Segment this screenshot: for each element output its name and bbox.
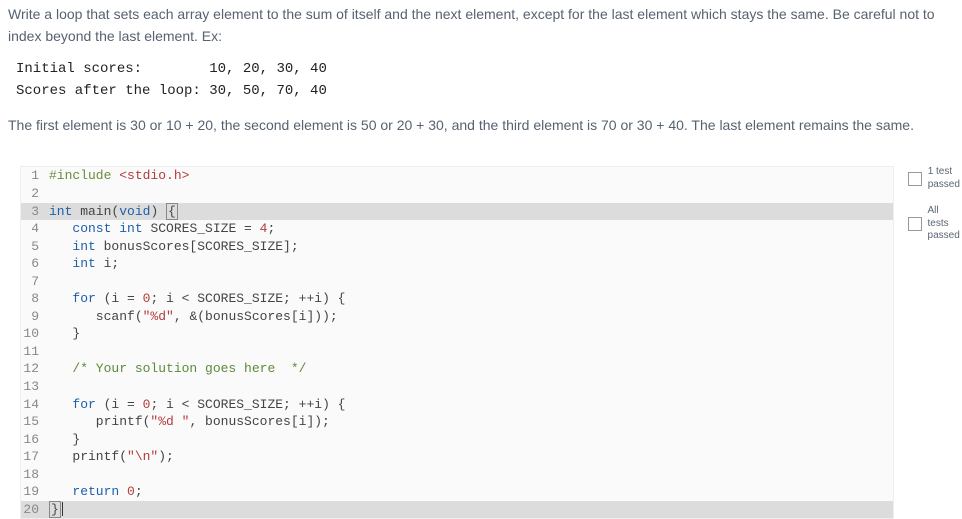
code-content[interactable]: #include <stdio.h> xyxy=(45,167,893,185)
code-content[interactable]: printf("\n"); xyxy=(45,448,893,466)
code-content[interactable]: /* Your solution goes here */ xyxy=(45,360,893,378)
problem-description: Write a loop that sets each array elemen… xyxy=(0,0,962,152)
code-line[interactable]: 12 /* Your solution goes here */ xyxy=(21,360,893,378)
line-number: 16 xyxy=(21,431,45,449)
code-line[interactable]: 19 return 0; xyxy=(21,483,893,501)
code-content[interactable]: return 0; xyxy=(45,483,893,501)
code-content[interactable]: } xyxy=(45,431,893,449)
code-line[interactable]: 5 int bonusScores[SCORES_SIZE]; xyxy=(21,238,893,256)
test-status-all: All tests passed xyxy=(908,205,962,243)
line-number: 7 xyxy=(21,273,45,291)
code-line[interactable]: 1#include <stdio.h> xyxy=(21,167,893,185)
code-line[interactable]: 11 xyxy=(21,343,893,361)
line-number: 12 xyxy=(21,360,45,378)
code-content[interactable]: scanf("%d", &(bonusScores[i])); xyxy=(45,308,893,326)
code-line[interactable]: 4 const int SCORES_SIZE = 4; xyxy=(21,220,893,238)
code-content[interactable]: printf("%d ", bonusScores[i]); xyxy=(45,413,893,431)
prompt-p2: The first element is 30 or 10 + 20, the … xyxy=(8,115,954,137)
test-status-label: All tests passed xyxy=(928,205,962,243)
checkbox-icon xyxy=(908,172,922,186)
line-number: 15 xyxy=(21,413,45,431)
code-editor[interactable]: 1#include <stdio.h>23int main(void) {4 c… xyxy=(20,166,894,519)
code-line[interactable]: 2 xyxy=(21,185,893,203)
line-number: 3 xyxy=(21,203,45,221)
line-number: 1 xyxy=(21,167,45,185)
test-status-label: 1 test passed xyxy=(928,166,960,191)
code-content[interactable] xyxy=(45,378,893,396)
line-number: 4 xyxy=(21,220,45,238)
code-line[interactable]: 17 printf("\n"); xyxy=(21,448,893,466)
test-status-one: 1 test passed xyxy=(908,166,962,191)
code-content[interactable]: int bonusScores[SCORES_SIZE]; xyxy=(45,238,893,256)
line-number: 13 xyxy=(21,378,45,396)
text-cursor xyxy=(62,502,63,516)
code-line[interactable]: 14 for (i = 0; i < SCORES_SIZE; ++i) { xyxy=(21,396,893,414)
code-content[interactable] xyxy=(45,185,893,203)
line-number: 18 xyxy=(21,466,45,484)
code-content[interactable]: for (i = 0; i < SCORES_SIZE; ++i) { xyxy=(45,396,893,414)
code-line[interactable]: 7 xyxy=(21,273,893,291)
code-line[interactable]: 6 int i; xyxy=(21,255,893,273)
code-line[interactable]: 16 } xyxy=(21,431,893,449)
line-number: 2 xyxy=(21,185,45,203)
code-content[interactable]: for (i = 0; i < SCORES_SIZE; ++i) { xyxy=(45,290,893,308)
line-number: 9 xyxy=(21,308,45,326)
line-number: 5 xyxy=(21,238,45,256)
code-line[interactable]: 10 } xyxy=(21,325,893,343)
code-content[interactable]: } xyxy=(45,325,893,343)
line-number: 20 xyxy=(21,501,45,519)
checkbox-icon xyxy=(908,217,922,231)
prompt-p1: Write a loop that sets each array elemen… xyxy=(8,4,954,47)
code-line[interactable]: 9 scanf("%d", &(bonusScores[i])); xyxy=(21,308,893,326)
code-line[interactable]: 3int main(void) { xyxy=(21,203,893,221)
line-number: 17 xyxy=(21,448,45,466)
example-block: Initial scores: 10, 20, 30, 40 Scores af… xyxy=(8,59,954,102)
line-number: 10 xyxy=(21,325,45,343)
code-line[interactable]: 18 xyxy=(21,466,893,484)
code-content[interactable]: int main(void) { xyxy=(45,203,893,221)
code-content[interactable] xyxy=(45,273,893,291)
code-line[interactable]: 20} xyxy=(21,501,893,519)
code-line[interactable]: 15 printf("%d ", bonusScores[i]); xyxy=(21,413,893,431)
line-number: 14 xyxy=(21,396,45,414)
code-content[interactable]: int i; xyxy=(45,255,893,273)
code-content[interactable] xyxy=(45,466,893,484)
code-line[interactable]: 13 xyxy=(21,378,893,396)
line-number: 6 xyxy=(21,255,45,273)
code-content[interactable]: const int SCORES_SIZE = 4; xyxy=(45,220,893,238)
line-number: 19 xyxy=(21,483,45,501)
line-number: 8 xyxy=(21,290,45,308)
line-number: 11 xyxy=(21,343,45,361)
code-line[interactable]: 8 for (i = 0; i < SCORES_SIZE; ++i) { xyxy=(21,290,893,308)
test-status-sidebar: 1 test passed All tests passed xyxy=(908,166,962,257)
code-content[interactable]: } xyxy=(45,501,893,519)
code-content[interactable] xyxy=(45,343,893,361)
